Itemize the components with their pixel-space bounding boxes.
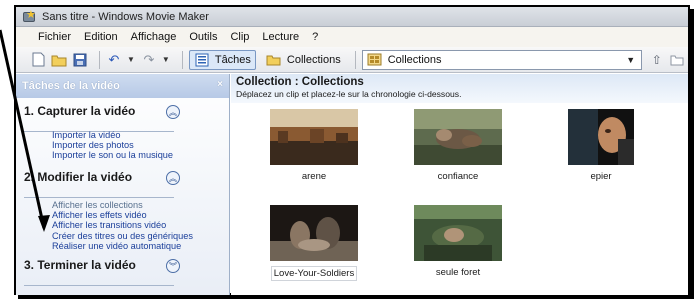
movie-maker-window: ★ Sans titre - Windows Movie Maker Fichi…: [14, 5, 690, 295]
menu-bar: Fichier Edition Affichage Outils Clip Le…: [16, 27, 688, 47]
window-title: Sans titre - Windows Movie Maker: [42, 10, 209, 23]
clip-item[interactable]: epier: [546, 109, 656, 182]
toolbar: ↶ ▼ ↷ ▼ Tâches Collections Collections ▼…: [16, 47, 688, 73]
link-show-collections[interactable]: Afficher les collections: [52, 200, 193, 210]
section-capture-title[interactable]: 1. Capturer la vidéo: [24, 105, 139, 117]
collection-content-pane: Collection : Collections Déplacez un cli…: [231, 74, 688, 295]
edit-links: Afficher les collections Afficher les ef…: [52, 200, 193, 251]
menu-help[interactable]: ?: [312, 31, 318, 43]
open-folder-icon[interactable]: [51, 52, 67, 68]
window-shadow-bottom: [18, 295, 694, 299]
menu-edition[interactable]: Edition: [84, 31, 118, 43]
clip-thumbnail[interactable]: [270, 205, 358, 261]
collection-header: Collection : Collections Déplacez un cli…: [231, 74, 688, 103]
section-finish: 3. Terminer la vidéo ︾: [24, 259, 224, 289]
video-tasks-pane: Tâches de la vidéo × 1. Capturer la vidé…: [16, 74, 230, 295]
clip-label: epier: [590, 171, 612, 182]
menu-lecture[interactable]: Lecture: [262, 31, 299, 43]
tasks-button[interactable]: Tâches: [188, 49, 256, 70]
menu-outils[interactable]: Outils: [189, 31, 217, 43]
collection-grid-icon: [367, 52, 383, 68]
title-bar: ★ Sans titre - Windows Movie Maker: [16, 7, 688, 27]
undo-icon[interactable]: ↶: [106, 52, 122, 68]
section-capture: 1. Capturer la vidéo ︽ Importer la vidéo…: [24, 105, 224, 165]
collections-button-label: Collections: [286, 53, 341, 66]
section-divider: [24, 197, 174, 198]
close-icon[interactable]: ×: [217, 79, 223, 90]
collections-folder-icon: [266, 52, 282, 68]
clip-label: confiance: [437, 171, 479, 182]
link-automovie[interactable]: Réaliser une vidéo automatique: [52, 241, 193, 251]
collection-select[interactable]: Collections ▼: [361, 49, 642, 70]
task-pane-header: Tâches de la vidéo ×: [16, 74, 229, 98]
clip-item[interactable]: arene: [259, 109, 369, 182]
section-divider: [24, 285, 174, 286]
clip-thumbnail[interactable]: [414, 205, 502, 261]
clip-label: arene: [301, 171, 327, 182]
clip-thumbnail[interactable]: [270, 109, 358, 165]
chevron-down-icon[interactable]: ︾: [166, 259, 180, 273]
menu-fichier[interactable]: Fichier: [38, 31, 71, 43]
link-import-photos[interactable]: Importer des photos: [52, 140, 173, 150]
collection-select-value: Collections: [387, 53, 442, 66]
redo-icon[interactable]: ↷: [141, 52, 157, 68]
link-titles-credits[interactable]: Créer des titres ou des génériques: [52, 231, 193, 241]
clip-item[interactable]: seule foret: [403, 205, 513, 278]
new-folder-icon[interactable]: [668, 51, 686, 69]
collections-button[interactable]: Collections: [262, 50, 345, 70]
link-import-video[interactable]: Importer la vidéo: [52, 130, 173, 140]
section-finish-title[interactable]: 3. Terminer la vidéo: [24, 259, 139, 271]
new-project-icon[interactable]: [30, 52, 46, 68]
link-import-audio[interactable]: Importer le son ou la musique: [52, 150, 173, 160]
menu-affichage[interactable]: Affichage: [131, 31, 177, 43]
chevron-up-icon[interactable]: ︽: [166, 105, 180, 119]
movie-maker-app-icon: ★: [22, 9, 36, 24]
toolbar-separator: [181, 50, 183, 69]
tasks-icon: [194, 52, 210, 68]
section-edit-title[interactable]: 2. Modifier la vidéo: [24, 171, 139, 183]
toolbar-separator: [99, 50, 100, 69]
toolbar-separator: [354, 50, 356, 69]
section-edit: 2. Modifier la vidéo ︽ Afficher les coll…: [24, 171, 224, 261]
clip-item[interactable]: confiance: [403, 109, 513, 182]
link-video-transitions[interactable]: Afficher les transitions vidéo: [52, 220, 193, 230]
clip-label: seule foret: [435, 267, 481, 278]
undo-dropdown-icon[interactable]: ▼: [127, 55, 135, 64]
save-icon[interactable]: [72, 52, 88, 68]
clip-thumbnail[interactable]: [568, 109, 634, 165]
capture-links: Importer la vidéo Importer des photos Im…: [52, 130, 173, 161]
clip-item[interactable]: Love-Your-Soldiers: [259, 205, 369, 281]
clip-thumbnail[interactable]: [414, 109, 502, 165]
tasks-button-label: Tâches: [214, 53, 251, 66]
redo-dropdown-icon[interactable]: ▼: [162, 55, 170, 64]
collection-instructions: Déplacez un clip et placez-le sur la chr…: [236, 89, 462, 99]
window-shadow-right: [690, 9, 694, 297]
menu-clip[interactable]: Clip: [230, 31, 249, 43]
up-level-icon[interactable]: ⇧: [648, 51, 666, 69]
collection-title: Collection : Collections: [236, 76, 364, 88]
clip-label: Love-Your-Soldiers: [270, 266, 358, 281]
link-video-effects[interactable]: Afficher les effets vidéo: [52, 210, 193, 220]
chevron-up-icon[interactable]: ︽: [166, 171, 180, 185]
chevron-down-icon[interactable]: ▼: [624, 53, 638, 67]
task-pane-title: Tâches de la vidéo: [22, 80, 120, 92]
